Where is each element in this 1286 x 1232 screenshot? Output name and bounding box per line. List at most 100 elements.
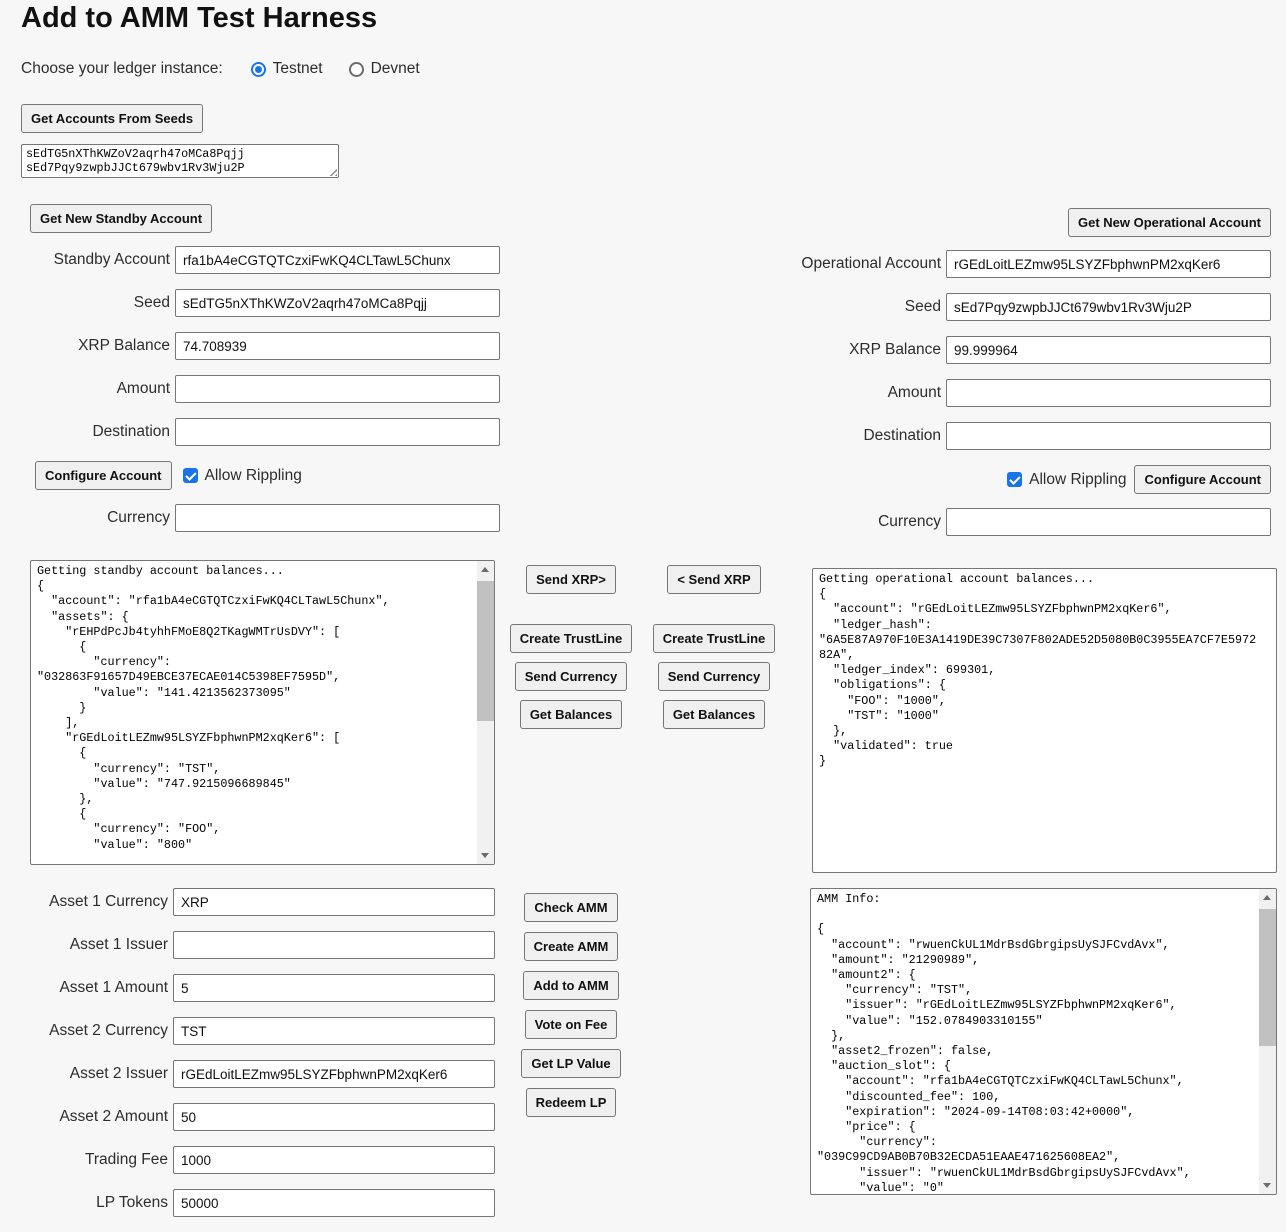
standby-results-scrollbar[interactable]: [477, 561, 494, 864]
operational-allow-rippling-label: Allow Rippling: [1029, 471, 1126, 489]
asset1-currency-label: Asset 1 Currency: [30, 888, 168, 916]
standby-amount-label: Amount: [30, 375, 170, 403]
operational-amount-label: Amount: [761, 379, 941, 407]
radio-devnet-label: Devnet: [371, 60, 420, 78]
operational-send-currency-button[interactable]: Send Currency: [658, 662, 770, 691]
trading-fee-row: Trading Fee: [30, 1146, 495, 1174]
standby-create-trustline-button[interactable]: Create TrustLine: [510, 624, 633, 653]
operational-currency-input[interactable]: [946, 508, 1271, 536]
standby-currency-label: Currency: [30, 504, 170, 532]
seeds-textarea-value: sEdTG5nXThKWZoV2aqrh47oMCa8Pqjj sEd7Pqy9…: [22, 145, 338, 178]
send-xrp-to-standby-button[interactable]: < Send XRP: [667, 565, 760, 594]
operational-results-textarea[interactable]: Getting operational account balances... …: [812, 568, 1277, 873]
operational-configure-row: Allow Rippling Configure Account: [761, 465, 1271, 494]
operational-account-label: Operational Account: [761, 250, 941, 278]
standby-seed-row: Seed: [30, 289, 500, 317]
asset2-issuer-input[interactable]: [173, 1060, 495, 1088]
radio-testnet-label: Testnet: [273, 60, 323, 78]
check-amm-button[interactable]: Check AMM: [524, 893, 617, 922]
standby-get-balances-button[interactable]: Get Balances: [520, 700, 622, 729]
seeds-textarea[interactable]: sEdTG5nXThKWZoV2aqrh47oMCa8Pqjj sEd7Pqy9…: [21, 144, 339, 178]
standby-account-panel: Get New Standby Account Standby Account …: [30, 204, 500, 547]
operational-transfer-buttons: < Send XRP Create TrustLine Send Currenc…: [649, 560, 779, 729]
operational-amount-row: Amount: [761, 379, 1271, 407]
ledger-instance-label: Choose your ledger instance:: [21, 60, 223, 78]
standby-currency-input[interactable]: [175, 504, 500, 532]
operational-account-input[interactable]: [946, 250, 1271, 278]
operational-xrp-balance-label: XRP Balance: [761, 336, 941, 364]
operational-seed-input[interactable]: [946, 293, 1271, 321]
scrollbar-down-icon[interactable]: [1259, 1177, 1276, 1194]
get-new-operational-account-button[interactable]: Get New Operational Account: [1068, 208, 1271, 237]
lp-tokens-input[interactable]: [173, 1189, 495, 1217]
operational-seed-row: Seed: [761, 293, 1271, 321]
standby-configure-row: Configure Account Allow Rippling: [30, 461, 500, 490]
asset2-issuer-row: Asset 2 Issuer: [30, 1060, 495, 1088]
trading-fee-label: Trading Fee: [30, 1146, 168, 1174]
standby-account-label: Standby Account: [30, 246, 170, 274]
operational-seed-label: Seed: [761, 293, 941, 321]
scrollbar-up-icon[interactable]: [477, 561, 494, 578]
standby-allow-rippling-checkbox-icon[interactable]: [183, 468, 198, 483]
get-new-standby-account-button[interactable]: Get New Standby Account: [30, 204, 212, 233]
operational-create-trustline-button[interactable]: Create TrustLine: [653, 624, 776, 653]
asset2-issuer-label: Asset 2 Issuer: [30, 1060, 168, 1088]
get-lp-value-button[interactable]: Get LP Value: [521, 1049, 620, 1078]
amm-info-textarea[interactable]: AMM Info: { "account": "rwuenCkUL1MdrBsd…: [810, 888, 1277, 1195]
radio-unselected-icon[interactable]: [349, 62, 364, 77]
standby-results-textarea[interactable]: Getting standby account balances... { "a…: [30, 560, 495, 865]
standby-seed-label: Seed: [30, 289, 170, 317]
send-xrp-to-operational-button[interactable]: Send XRP>: [526, 565, 616, 594]
amm-info-text: AMM Info: { "account": "rwuenCkUL1MdrBsd…: [811, 889, 1276, 1195]
redeem-lp-button[interactable]: Redeem LP: [526, 1088, 617, 1117]
standby-xrp-balance-label: XRP Balance: [30, 332, 170, 360]
standby-currency-row: Currency: [30, 504, 500, 532]
scrollbar-thumb[interactable]: [477, 581, 494, 721]
scrollbar-up-icon[interactable]: [1259, 889, 1276, 906]
scrollbar-down-icon[interactable]: [477, 847, 494, 864]
asset1-issuer-input[interactable]: [173, 931, 495, 959]
get-accounts-from-seeds-button[interactable]: Get Accounts From Seeds: [21, 104, 203, 133]
operational-get-balances-button[interactable]: Get Balances: [663, 700, 765, 729]
add-to-amm-button[interactable]: Add to AMM: [523, 971, 618, 1000]
asset2-amount-label: Asset 2 Amount: [30, 1103, 168, 1131]
operational-xrp-balance-input[interactable]: [946, 336, 1271, 364]
asset1-amount-input[interactable]: [173, 974, 495, 1002]
amm-info-scrollbar[interactable]: [1259, 889, 1276, 1194]
standby-account-row: Standby Account: [30, 246, 500, 274]
standby-destination-input[interactable]: [175, 418, 500, 446]
page-title: Add to AMM Test Harness: [21, 2, 377, 35]
operational-allow-rippling-checkbox-icon[interactable]: [1007, 472, 1022, 487]
standby-allow-rippling-label: Allow Rippling: [205, 467, 302, 485]
asset2-currency-row: Asset 2 Currency: [30, 1017, 495, 1045]
asset1-currency-row: Asset 1 Currency: [30, 888, 495, 916]
radio-selected-icon[interactable]: [251, 62, 266, 77]
trading-fee-input[interactable]: [173, 1146, 495, 1174]
asset1-currency-input[interactable]: [173, 888, 495, 916]
asset2-amount-input[interactable]: [173, 1103, 495, 1131]
scrollbar-thumb[interactable]: [1259, 909, 1276, 1046]
standby-send-currency-button[interactable]: Send Currency: [515, 662, 627, 691]
asset1-issuer-label: Asset 1 Issuer: [30, 931, 168, 959]
radio-testnet[interactable]: Testnet: [251, 60, 323, 78]
operational-currency-label: Currency: [761, 508, 941, 536]
vote-on-fee-button[interactable]: Vote on Fee: [525, 1010, 618, 1039]
operational-account-row: Operational Account: [761, 250, 1271, 278]
standby-results-text: Getting standby account balances... { "a…: [31, 561, 494, 856]
lp-tokens-label: LP Tokens: [30, 1189, 168, 1217]
standby-amount-input[interactable]: [175, 375, 500, 403]
create-amm-button[interactable]: Create AMM: [524, 932, 619, 961]
operational-destination-input[interactable]: [946, 422, 1271, 450]
amm-buttons-panel: Check AMM Create AMM Add to AMM Vote on …: [511, 888, 631, 1117]
standby-seed-input[interactable]: [175, 289, 500, 317]
radio-devnet[interactable]: Devnet: [349, 60, 420, 78]
asset2-currency-input[interactable]: [173, 1017, 495, 1045]
asset2-currency-label: Asset 2 Currency: [30, 1017, 168, 1045]
operational-destination-label: Destination: [761, 422, 941, 450]
standby-account-input[interactable]: [175, 246, 500, 274]
standby-configure-account-button[interactable]: Configure Account: [35, 461, 172, 490]
operational-results-text: Getting operational account balances... …: [813, 569, 1276, 773]
standby-xrp-balance-input[interactable]: [175, 332, 500, 360]
operational-configure-account-button[interactable]: Configure Account: [1134, 465, 1271, 494]
operational-amount-input[interactable]: [946, 379, 1271, 407]
